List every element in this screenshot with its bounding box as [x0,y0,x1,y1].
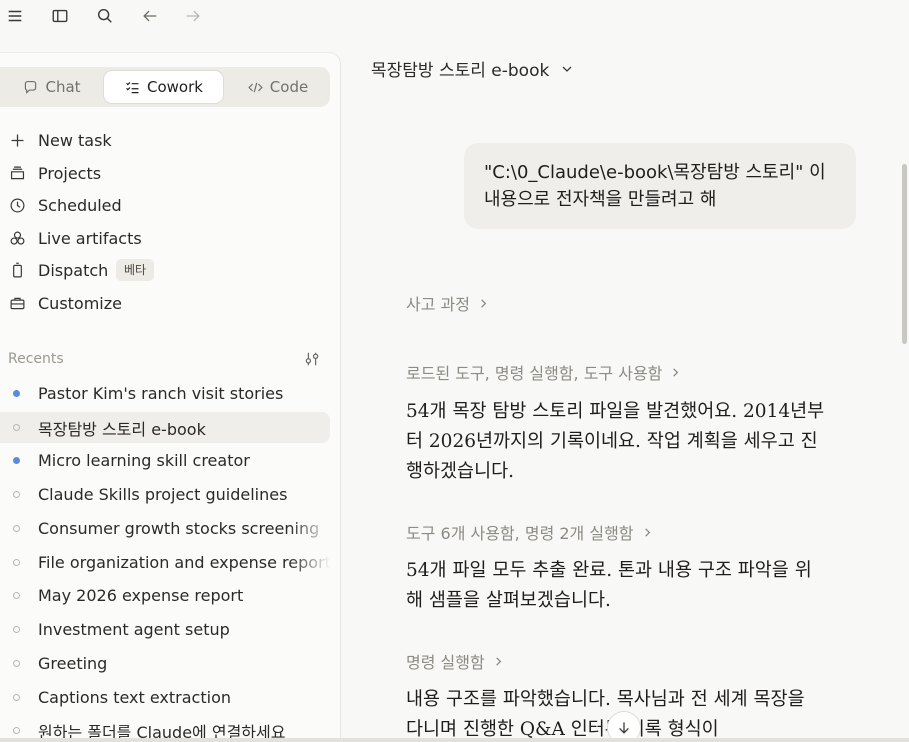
folder-icon [10,166,25,179]
step-label: 사고 과정 [406,295,470,314]
project-title: 목장탐방 스토리 e-book [371,61,550,81]
tab-cowork[interactable]: Cowork [103,70,224,104]
recent-item-label: Micro learning skill creator [38,451,250,470]
recents-heading: Recents [8,351,64,367]
chevron-down-icon [562,66,572,72]
nav-label: New task [38,130,112,150]
recent-item-label: 목장탐방 스토리 e-book [38,419,206,439]
recent-item[interactable]: Micro learning skill creator [0,445,330,476]
mode-switcher: Chat Cowork Code [0,67,330,107]
nav-label: Live artifacts [38,228,142,248]
nav-label: Customize [38,293,122,313]
chevron-right-icon [673,367,679,377]
assistant-text: 54개 목장 탐방 스토리 파일을 발견했어요. 2014년부터 2026년까지… [406,401,825,482]
status-dot [13,424,20,431]
plus-icon [11,134,24,146]
recent-item[interactable]: Claude Skills project guidelines [0,479,330,510]
dispatch-icon [13,262,22,277]
filter-icon[interactable] [303,350,321,368]
tool-step[interactable]: 명령 실행함 [406,649,504,673]
status-dot [13,660,20,667]
scrollbar[interactable] [902,164,907,344]
nav-label: Dispatch [38,260,109,280]
back-arrow-icon[interactable] [139,5,161,27]
recent-item-active[interactable]: 목장탐방 스토리 e-book [0,412,330,443]
recent-item-label: Consumer growth stocks screening [38,519,320,538]
nav-new-task[interactable]: New task [0,125,330,155]
bottom-divider [0,738,909,742]
status-dot [13,592,20,599]
recent-item-label: Pastor Kim's ranch visit stories [38,384,284,403]
recent-item-label: Claude Skills project guidelines [38,485,288,504]
menu-icon[interactable] [4,5,26,27]
recent-item-label: Greeting [38,654,108,673]
tool-step[interactable]: 도구 6개 사용함, 명령 2개 실행함 [406,520,653,544]
step-label: 로드된 도구, 명령 실행함, 도구 사용함 [406,364,663,383]
cowork-icon [126,81,139,93]
thinking-step[interactable]: 사고 과정 [406,291,489,315]
nav-scheduled[interactable]: Scheduled [0,190,330,220]
recent-item[interactable]: Greeting [0,648,330,679]
chevron-right-icon [495,656,501,666]
status-dot [13,525,20,532]
status-dot [13,694,20,701]
assistant-text: 54개 파일 모두 추출 완료. 톤과 내용 구조 파악을 위해 샘플을 살펴보… [406,560,812,611]
nav-label: Projects [38,163,102,183]
recent-item[interactable]: Consumer growth stocks screening [0,513,330,544]
forward-arrow-icon[interactable] [182,5,204,27]
tab-cowork-label: Cowork [147,78,203,96]
nav-projects[interactable]: Projects [0,158,330,188]
nav-customize[interactable]: Customize [0,288,330,318]
recent-item[interactable]: Captions text extraction [0,682,330,713]
artifacts-icon [10,231,25,245]
beta-badge: 베타 [116,259,155,281]
top-bar [0,0,909,34]
step-label: 명령 실행함 [406,653,485,672]
project-title-dropdown[interactable]: 목장탐방 스토리 e-book [371,56,575,81]
tab-chat-label: Chat [45,78,81,96]
status-dot [13,626,20,633]
search-icon[interactable] [94,5,116,27]
recent-item-label: File organization and expense report [38,553,330,572]
nav-label: Scheduled [38,195,122,215]
recent-item[interactable]: May 2026 expense report [0,580,330,611]
conversation-pane: 목장탐방 스토리 e-book "C:\0_Claude\e-book\목장탐방… [341,34,909,742]
tab-code-label: Code [269,78,309,96]
recent-item[interactable]: File organization and expense report [0,547,330,578]
status-dot [13,457,20,464]
tab-chat[interactable]: Chat [5,70,98,104]
tab-code[interactable]: Code [230,70,325,104]
nav-live-artifacts[interactable]: Live artifacts [0,223,330,253]
recent-item[interactable]: Investment agent setup [0,614,330,645]
nav-dispatch[interactable]: Dispatch 베타 [0,255,330,285]
status-dot [13,559,20,566]
clock-icon [10,198,25,212]
user-message: "C:\0_Claude\e-book\목장탐방 스토리" 이 내용으로 전자책… [464,143,856,229]
briefcase-icon [10,297,25,309]
code-icon [248,82,263,92]
status-dot [13,491,20,498]
recent-item-label: May 2026 expense report [38,586,244,605]
arrow-down-icon [619,722,629,734]
sidebar-toggle-icon[interactable] [49,5,71,27]
chevron-right-icon [644,527,650,537]
step-label: 도구 6개 사용함, 명령 2개 실행함 [406,524,634,543]
recent-item[interactable]: Pastor Kim's ranch visit stories [0,378,330,409]
sidebar: Chat Cowork Code New task Projects Sched… [0,52,341,742]
chevron-right-icon [481,298,487,308]
recent-item-label: Investment agent setup [38,620,230,639]
status-dot [13,727,20,734]
status-dot [13,390,20,397]
recent-item-label: Captions text extraction [38,688,231,707]
chat-icon [25,80,37,94]
tool-step[interactable]: 로드된 도구, 명령 실행함, 도구 사용함 [406,360,681,384]
